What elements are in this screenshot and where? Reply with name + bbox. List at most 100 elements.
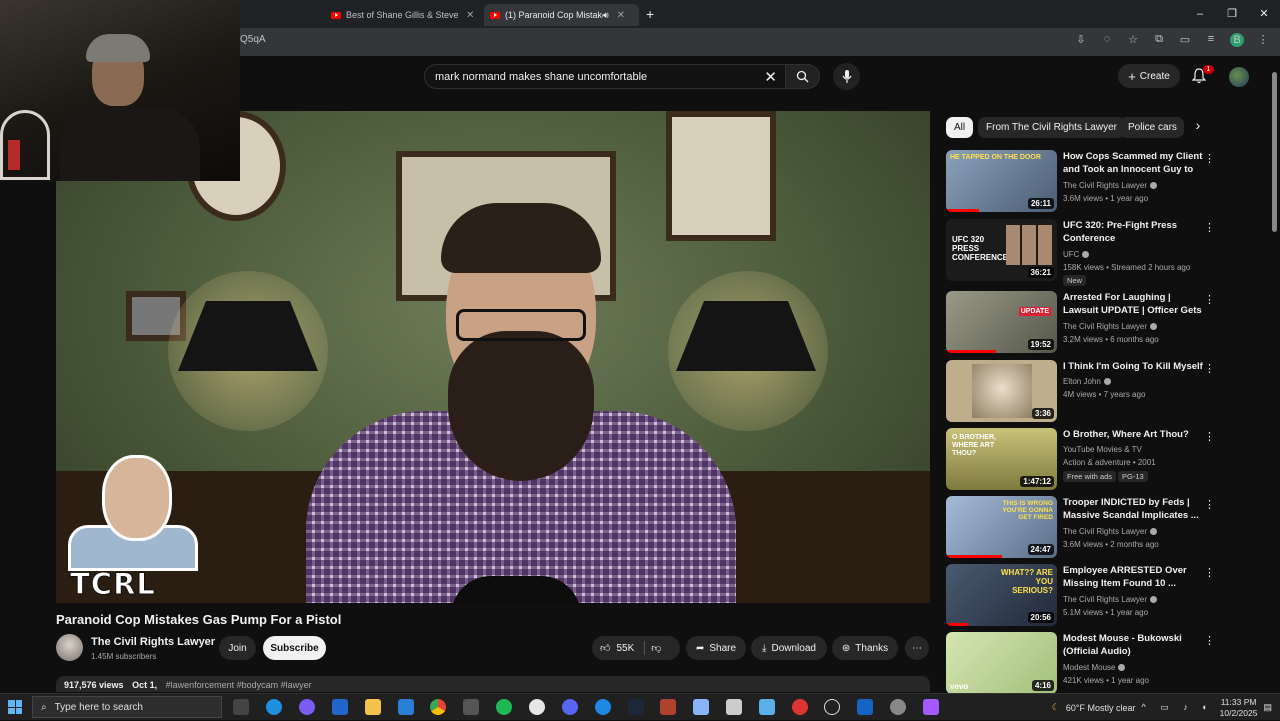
- more-vert-icon[interactable]: ⋮: [1204, 430, 1215, 443]
- recommendation-title[interactable]: Arrested For Laughing | Lawsuit UPDATE |…: [1063, 291, 1203, 318]
- recommendation-item[interactable]: vevo 4:16 Modest Mouse - Bukowski (Offic…: [946, 632, 1221, 696]
- thumbnail[interactable]: O BROTHER, WHERE ART THOU? 1:47:12: [946, 428, 1057, 490]
- share-button[interactable]: ➦ Share: [686, 636, 746, 660]
- channel-avatar[interactable]: [56, 634, 83, 661]
- speaker-icon[interactable]: 🔊︎: [603, 10, 609, 21]
- app-blue-icon[interactable]: [595, 699, 611, 715]
- app-light-icon[interactable]: [693, 699, 709, 715]
- copilot-icon[interactable]: [299, 699, 315, 715]
- menu-kebab-icon[interactable]: ⋮: [1256, 33, 1270, 47]
- url-text[interactable]: Q5qA: [240, 34, 266, 45]
- cast-icon[interactable]: ▭: [1178, 33, 1192, 47]
- tray-icons[interactable]: ^ ▭ ♪ ◐: [1141, 702, 1213, 713]
- close-window-icon[interactable]: ✕: [1248, 0, 1280, 28]
- app-g-icon[interactable]: [529, 699, 545, 715]
- more-actions-button[interactable]: ⋯: [905, 636, 929, 660]
- more-vert-icon[interactable]: ⋮: [1204, 152, 1215, 165]
- recommendation-channel[interactable]: UFC: [1063, 248, 1090, 261]
- description-box[interactable]: 917,576 views Oct 1, #lawenforcement #bo…: [56, 676, 930, 692]
- eye-off-icon[interactable]: ◌: [1100, 33, 1114, 47]
- recommendation-item[interactable]: THIS IS WRONG YOU'RE GONNA GET FIRED 24:…: [946, 496, 1221, 560]
- more-vert-icon[interactable]: ⋮: [1204, 362, 1215, 375]
- calculator-icon[interactable]: [726, 699, 742, 715]
- profile-avatar[interactable]: B: [1230, 33, 1244, 47]
- discord-icon[interactable]: [562, 699, 578, 715]
- close-tab-icon[interactable]: ✕: [466, 10, 474, 21]
- recommendation-channel[interactable]: Elton John: [1063, 375, 1111, 388]
- store-icon[interactable]: [332, 699, 348, 715]
- thumbnail[interactable]: THIS IS WRONG YOU'RE GONNA GET FIRED 24:…: [946, 496, 1057, 558]
- minimize-icon[interactable]: –: [1184, 0, 1216, 28]
- voice-search-button[interactable]: [833, 63, 860, 90]
- thumbnail[interactable]: UFC 320 PRESS CONFERENCE 36:21: [946, 219, 1057, 281]
- windows-start-icon[interactable]: [8, 700, 22, 714]
- outlook-icon[interactable]: [398, 699, 414, 715]
- media-player-icon[interactable]: [824, 699, 840, 715]
- close-tab-icon[interactable]: ✕: [617, 10, 625, 21]
- task-view-icon[interactable]: [233, 699, 249, 715]
- steam-icon[interactable]: [628, 699, 644, 715]
- extensions-icon[interactable]: ⧉: [1152, 33, 1166, 47]
- app-screen-icon[interactable]: [759, 699, 775, 715]
- recommendation-item[interactable]: HE TAPPED ON THE DOOR 26:11 How Cops Sca…: [946, 150, 1221, 214]
- like-count[interactable]: 55K: [616, 643, 634, 654]
- recommendation-channel[interactable]: The Civil Rights Lawyer: [1063, 593, 1158, 606]
- clear-search-icon[interactable]: ✕: [764, 68, 777, 86]
- recommendation-title[interactable]: Modest Mouse - Bukowski (Official Audio): [1063, 632, 1203, 658]
- tab-best-of-shane[interactable]: Best of Shane Gillis & Steve Ge ✕: [325, 4, 482, 26]
- restore-icon[interactable]: ❐: [1216, 0, 1248, 28]
- thumbs-down-icon[interactable]: 👎︎: [651, 642, 661, 654]
- recommendation-item[interactable]: O BROTHER, WHERE ART THOU? 1:47:12 O Bro…: [946, 428, 1221, 492]
- search-button[interactable]: [786, 64, 820, 89]
- chevron-right-icon[interactable]: ›: [1188, 117, 1208, 138]
- recommendation-channel[interactable]: The Civil Rights Lawyer: [1063, 525, 1158, 538]
- recommendation-item[interactable]: UFC 320 PRESS CONFERENCE 36:21 UFC 320: …: [946, 219, 1221, 286]
- video-player[interactable]: TCRL: [56, 111, 930, 603]
- app-record-icon[interactable]: [792, 699, 808, 715]
- more-vert-icon[interactable]: ⋮: [1204, 498, 1215, 511]
- recommendation-title[interactable]: How Cops Scammed my Client and Took an I…: [1063, 150, 1203, 177]
- recommendation-title[interactable]: Trooper INDICTED by Feds | Massive Scand…: [1063, 496, 1203, 522]
- thumbnail[interactable]: WHAT?? ARE YOU SERIOUS? 20:56: [946, 564, 1057, 626]
- search-box[interactable]: mark normand makes shane uncomfortable ✕: [424, 64, 786, 89]
- app-red-icon[interactable]: [660, 699, 676, 715]
- download-button[interactable]: ⤓ Download: [751, 636, 827, 660]
- recommendation-channel[interactable]: The Civil Rights Lawyer: [1063, 179, 1158, 192]
- more-vert-icon[interactable]: ⋮: [1204, 566, 1215, 579]
- channel-name[interactable]: The Civil Rights Lawyer: [91, 636, 215, 648]
- scrollbar-thumb[interactable]: [1272, 72, 1277, 232]
- create-button[interactable]: + Create: [1118, 64, 1180, 88]
- chrome-icon[interactable]: [430, 699, 446, 715]
- recommendation-item[interactable]: UPDATE 19:52 Arrested For Laughing | Law…: [946, 291, 1221, 355]
- chip-police-cars[interactable]: Police cars: [1120, 117, 1184, 138]
- more-vert-icon[interactable]: ⋮: [1204, 634, 1215, 647]
- more-vert-icon[interactable]: ⋮: [1204, 293, 1215, 306]
- app-purple-icon[interactable]: [923, 699, 939, 715]
- install-icon[interactable]: ⇩: [1074, 33, 1088, 47]
- thumbnail[interactable]: vevo 4:16: [946, 632, 1057, 694]
- clock[interactable]: 11:33 PM 10/2/2025: [1220, 697, 1258, 719]
- recommendation-title[interactable]: Employee ARRESTED Over Missing Item Foun…: [1063, 564, 1203, 590]
- spotify-icon[interactable]: [496, 699, 512, 715]
- new-tab-icon[interactable]: +: [646, 6, 654, 22]
- join-button[interactable]: Join: [219, 636, 256, 660]
- media-icon[interactable]: ≡: [1204, 33, 1218, 47]
- settings-gear-icon[interactable]: [890, 699, 906, 715]
- weather-icon[interactable]: ☾: [1052, 702, 1060, 713]
- recommendation-channel[interactable]: YouTube Movies & TV: [1063, 443, 1142, 456]
- thumbnail[interactable]: 3:36: [946, 360, 1057, 422]
- thanks-button[interactable]: ⊛ Thanks: [832, 636, 898, 660]
- recommendation-item[interactable]: 3:36 I Think I'm Going To Kill Myself El…: [946, 360, 1221, 424]
- edge-icon[interactable]: [266, 699, 282, 715]
- thumbnail[interactable]: HE TAPPED ON THE DOOR 26:11: [946, 150, 1057, 212]
- recommendation-title[interactable]: I Think I'm Going To Kill Myself: [1063, 360, 1203, 373]
- subscribe-button[interactable]: Subscribe: [263, 636, 326, 660]
- chip-from-channel[interactable]: From The Civil Rights Lawyer: [978, 117, 1125, 138]
- recommendation-title[interactable]: O Brother, Where Art Thou?: [1063, 428, 1203, 441]
- page-scrollbar[interactable]: [1270, 60, 1280, 692]
- tab-paranoid-cop[interactable]: (1) Paranoid Cop Mistakes 🔊︎ ✕: [484, 4, 639, 26]
- thumbnail[interactable]: UPDATE 19:52: [946, 291, 1057, 353]
- bookmark-star-icon[interactable]: ☆: [1126, 33, 1140, 47]
- app-icon[interactable]: [463, 699, 479, 715]
- notifications-icon[interactable]: ▤: [1263, 702, 1272, 713]
